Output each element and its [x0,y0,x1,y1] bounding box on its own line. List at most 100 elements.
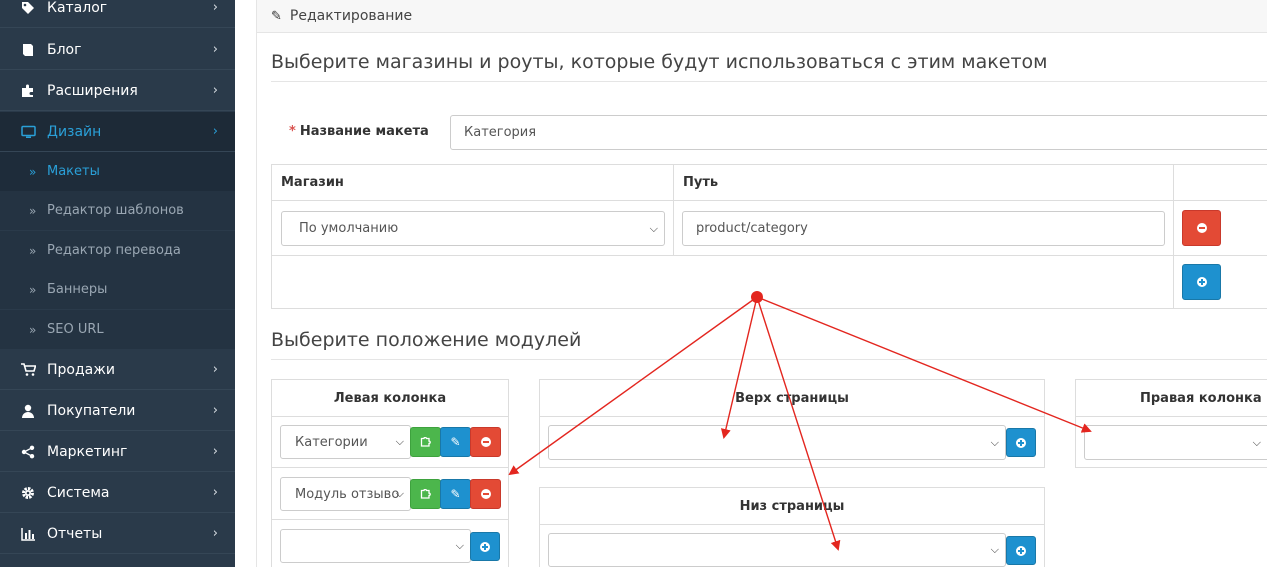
chevron-right-icon: › [212,485,218,500]
sidebar-subitem-label: Макеты [47,164,100,179]
table-header-route [673,164,1174,201]
puzzle-outline-icon [420,488,431,499]
sidebar-subitem-label: Баннеры [47,282,108,297]
layout-name-label: * Название макета [289,124,429,139]
sidebar-item-label: Каталог [47,0,108,16]
sidebar-item-catalog[interactable]: Каталог › [0,0,235,28]
sidebar-item-extensions[interactable]: Расширения › [0,71,235,111]
double-chevron-icon: » [29,282,37,297]
module-select-value: Модуль отзыво [295,486,400,502]
store-select-value: По умолчанию [299,221,399,236]
divider [271,467,509,468]
add-module-button[interactable] [1006,428,1036,457]
tag-icon [20,0,36,16]
pencil-icon: ✎ [271,8,282,24]
sidebar-subitem-layouts[interactable]: » Макеты [0,152,235,191]
sidebar-item-design[interactable]: Дизайн › [0,112,235,152]
sidebar-subitem-banners[interactable]: » Баннеры [0,270,235,309]
sidebar-subitem-translation-editor[interactable]: » Редактор перевода [0,231,235,270]
double-chevron-icon: » [29,203,37,218]
add-module-button[interactable] [470,532,500,561]
double-chevron-icon: » [29,322,37,337]
double-chevron-icon: » [29,164,37,179]
right-add-module-select[interactable]: ⌵ [1084,425,1267,460]
panel-title: Редактирование [289,8,413,24]
chevron-down-icon: ⌵ [395,487,404,500]
edit-module-link-button[interactable] [410,427,441,457]
user-icon [20,403,36,419]
sidebar-subitem-seo-url[interactable]: » SEO URL [0,310,235,349]
top-add-module-select[interactable]: ⌵ [548,425,1006,460]
route-input[interactable]: product/category [682,211,1165,246]
layout-name-label-text: Название макета [299,124,429,139]
store-column-header: Магазин [281,175,344,190]
left-module-select[interactable]: Категории ⌵ [280,425,411,459]
sidebar-item-marketing[interactable]: Маркетинг › [0,432,235,472]
chevron-right-icon: › [212,362,218,377]
puzzle-outline-icon [420,436,431,447]
bar-chart-icon [20,526,36,542]
sidebar-subitem-label: Редактор шаблонов [47,203,184,218]
sidebar-item-label: Расширения [47,82,138,99]
add-route-button[interactable] [1182,264,1221,300]
sidebar-item-label: Система [47,484,110,501]
gear-icon [20,485,36,501]
double-chevron-icon: » [29,243,37,258]
store-select[interactable]: По умолчанию ⌵ [281,211,665,246]
divider [271,519,509,520]
edit-module-button[interactable]: ✎ [440,479,471,509]
pencil-icon: ✎ [450,487,461,501]
plus-circle-icon [1016,545,1026,556]
bottom-add-module-select[interactable]: ⌵ [548,533,1006,567]
edit-module-button[interactable]: ✎ [440,427,471,457]
stores-legend: Выберите магазины и роуты, которые будут… [271,51,1267,82]
left-module-select[interactable]: Модуль отзыво ⌵ [280,477,411,511]
top-page-title: Верх страницы [540,380,1044,417]
chevron-right-icon: › [212,444,218,459]
right-column-title: Правая колонка [1076,380,1267,417]
sidebar-subitem-theme-editor[interactable]: » Редактор шаблонов [0,191,235,230]
sidebar-item-reports[interactable]: Отчеты › [0,514,235,554]
chevron-down-icon: ⌵ [990,435,999,449]
chevron-right-icon: › [212,124,218,139]
remove-module-button[interactable] [470,479,501,509]
sidebar-subitem-label: Редактор перевода [47,243,181,258]
book-icon [20,42,36,58]
sidebar-subitem-label: SEO URL [47,322,104,337]
pencil-icon: ✎ [450,435,461,449]
left-add-module-select[interactable]: ⌵ [280,529,471,563]
monitor-icon [20,124,36,140]
plus-circle-icon [1016,437,1026,448]
puzzle-icon [20,83,36,99]
add-module-button[interactable] [1006,536,1036,565]
sidebar-item-label: Продажи [47,361,115,378]
sidebar-item-label: Покупатели [47,402,136,419]
minus-circle-icon [1196,223,1207,233]
edit-module-link-button[interactable] [410,479,441,509]
chevron-right-icon: › [212,403,218,418]
sidebar-item-customers[interactable]: Покупатели › [0,391,235,431]
remove-module-button[interactable] [470,427,501,457]
sidebar-item-label: Блог [47,41,82,58]
chevron-down-icon: ⌵ [649,221,658,235]
cart-icon [20,362,36,378]
sidebar-item-label: Маркетинг [47,443,128,460]
modules-legend: Выберите положение модулей [271,329,1267,360]
sidebar-item-label: Дизайн [47,123,102,140]
chevron-right-icon: › [212,83,218,98]
sidebar-item-sales[interactable]: Продажи › [0,350,235,390]
bottom-page-title: Низ страницы [540,488,1044,525]
chevron-down-icon: ⌵ [1252,435,1261,449]
sidebar-item-label: Отчеты [47,525,103,542]
table-header-action [1173,164,1267,201]
table-footer-row [271,255,1174,309]
remove-route-button[interactable] [1182,210,1221,246]
minus-circle-icon [480,437,491,447]
chevron-down-icon: ⌵ [395,435,404,448]
plus-circle-icon [480,541,490,552]
minus-circle-icon [480,489,491,499]
module-select-value: Категории [295,434,368,450]
sidebar-item-system[interactable]: Система › [0,473,235,513]
layout-name-input[interactable]: Категория [450,115,1267,150]
sidebar-item-blog[interactable]: Блог › [0,30,235,70]
